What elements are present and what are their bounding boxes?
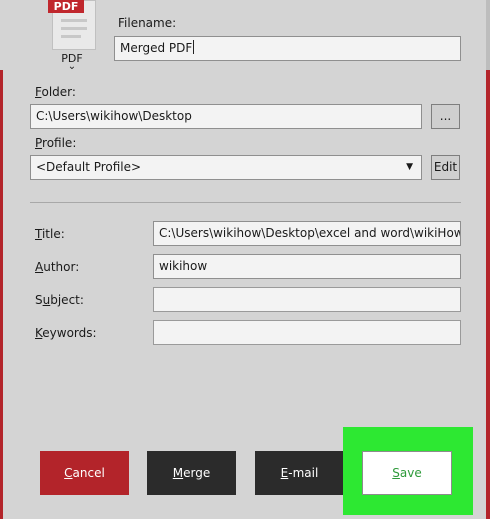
section-divider <box>30 202 461 203</box>
profile-label: Profile: <box>35 136 77 150</box>
text-caret <box>193 40 195 54</box>
browse-folder-button[interactable]: ... <box>431 104 460 129</box>
profile-value: <Default Profile> <box>36 160 142 174</box>
filename-label: Filename: <box>118 16 177 30</box>
merge-button[interactable]: Merge <box>147 451 236 495</box>
dropdown-arrow-icon: ▼ <box>406 162 413 172</box>
folder-input[interactable]: C:\Users\wikihow\Desktop <box>30 104 422 129</box>
filename-input[interactable]: Merged PDF <box>114 36 461 61</box>
save-button[interactable]: Save <box>362 451 452 495</box>
subject-input[interactable] <box>153 287 461 312</box>
subject-label: Subject: <box>35 293 84 307</box>
edit-profile-button[interactable]: Edit <box>431 155 460 180</box>
title-label: Title: <box>35 227 65 241</box>
pdf-badge: PDF <box>48 0 84 13</box>
save-pdf-dialog: PDF PDF ⌄ Filename: Merged PDF Folder: C… <box>0 0 490 519</box>
author-input[interactable]: wikihow <box>153 254 461 279</box>
filename-value: Merged PDF <box>120 41 193 55</box>
window-border-right-top <box>486 0 490 70</box>
folder-label: Folder: <box>35 85 76 99</box>
title-input[interactable]: C:\Users\wikihow\Desktop\excel and word\… <box>153 221 461 246</box>
author-label: Author: <box>35 260 80 274</box>
cancel-button[interactable]: Cancel <box>40 451 129 495</box>
window-border-right <box>486 70 490 519</box>
chevron-down-icon[interactable]: ⌄ <box>52 61 92 73</box>
keywords-label: Keywords: <box>35 326 97 340</box>
email-button[interactable]: E-mail <box>255 451 344 495</box>
keywords-input[interactable] <box>153 320 461 345</box>
window-border-left <box>0 70 3 519</box>
profile-select[interactable]: <Default Profile> ▼ <box>30 155 422 180</box>
